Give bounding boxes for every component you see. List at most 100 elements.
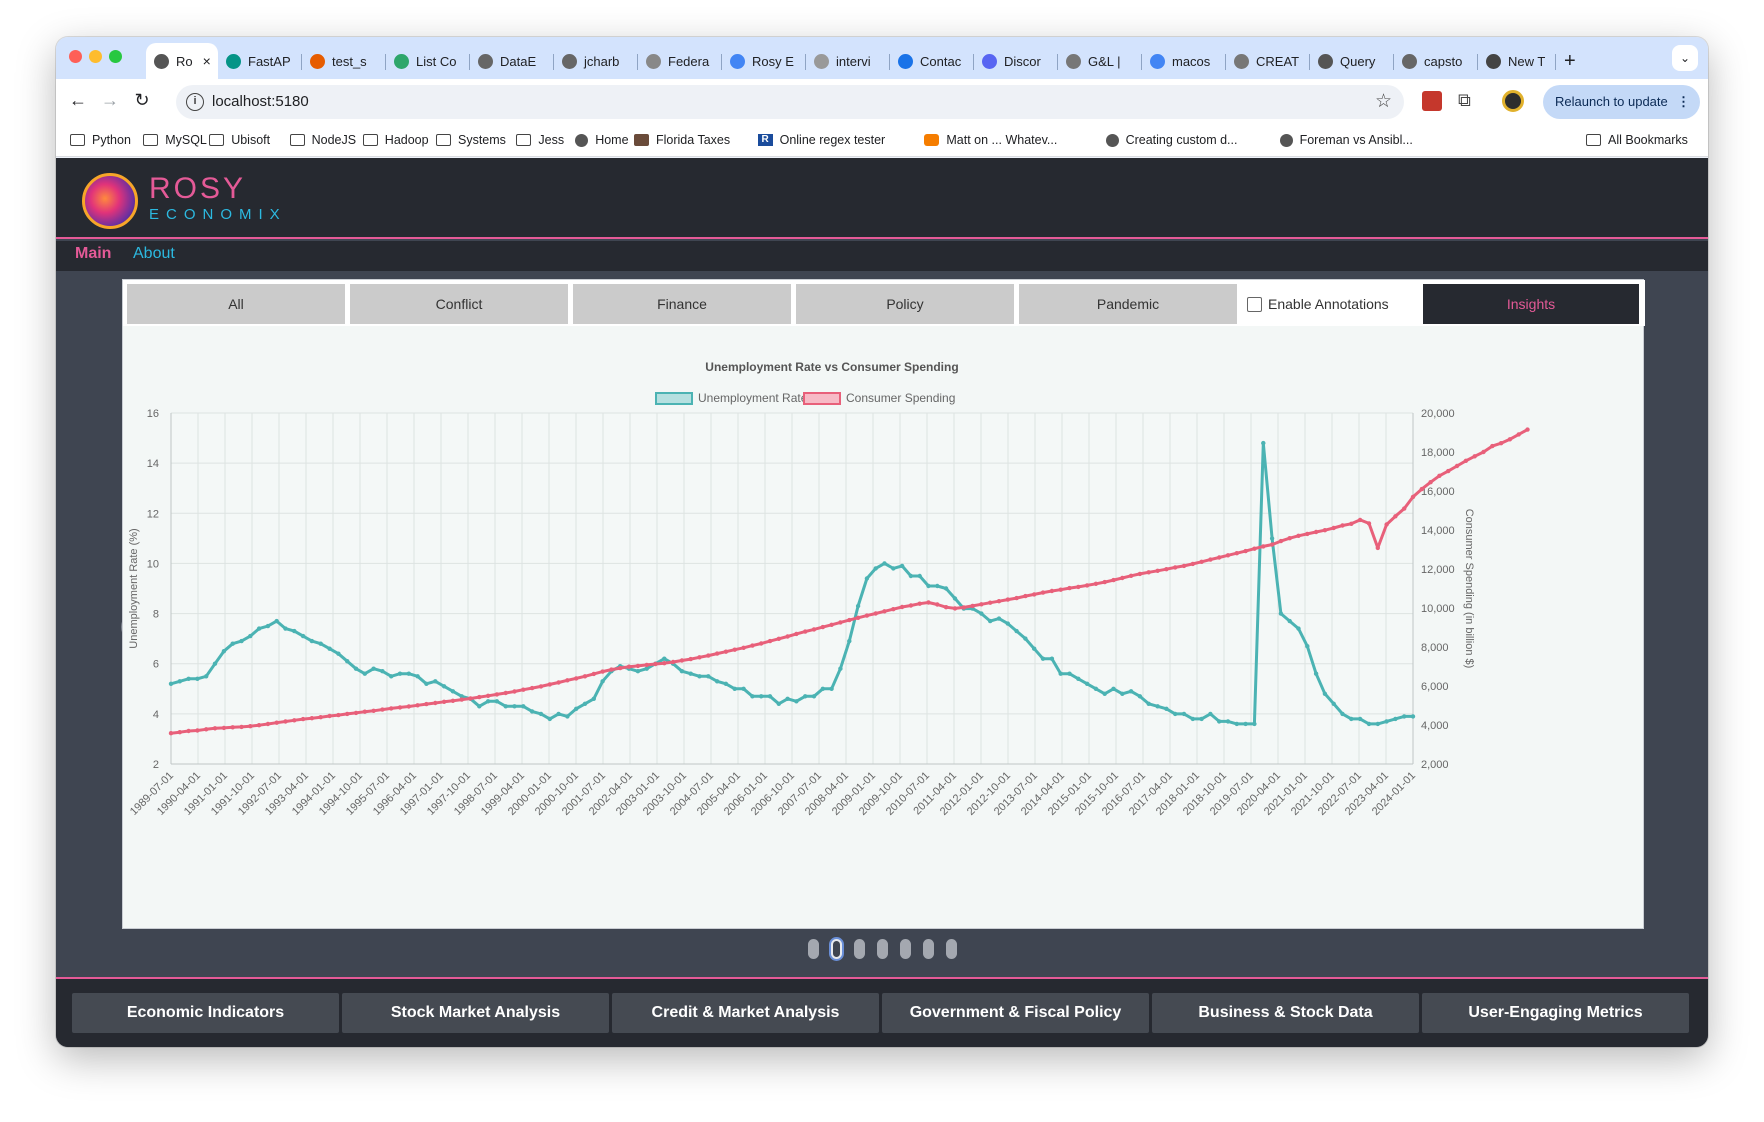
unemployment-point xyxy=(873,566,878,571)
bookmark-label: Hadoop xyxy=(384,133,429,147)
browser-tab[interactable]: Ro × xyxy=(146,43,218,79)
forward-icon[interactable]: → xyxy=(98,90,122,111)
browser-tab[interactable]: test_s xyxy=(302,46,386,76)
spending-point xyxy=(1516,432,1521,437)
back-icon[interactable]: ← xyxy=(66,90,90,111)
browser-tab[interactable]: intervi xyxy=(806,46,890,76)
close-tab-icon[interactable]: × xyxy=(203,53,211,69)
extensions-puzzle-icon[interactable]: ⧉ xyxy=(1458,90,1471,111)
folder-icon xyxy=(289,134,305,146)
spending-point xyxy=(494,692,500,697)
browser-tab[interactable]: macos xyxy=(1142,46,1226,76)
relaunch-button[interactable]: Relaunch to update ⋮ xyxy=(1543,85,1700,119)
bookmark-star-icon[interactable]: ☆ xyxy=(1375,90,1392,113)
category-button[interactable]: Stock Market Analysis xyxy=(342,993,609,1033)
bookmark-item[interactable]: Creating custom d... xyxy=(1105,133,1237,147)
category-button[interactable]: Economic Indicators xyxy=(72,993,339,1033)
bookmark-item[interactable]: Python xyxy=(70,133,131,147)
extension-icon[interactable] xyxy=(1422,91,1442,111)
maximize-window-button[interactable] xyxy=(109,50,122,63)
slide-indicator[interactable] xyxy=(922,939,934,959)
bookmark-item[interactable]: NodeJS xyxy=(289,133,356,147)
spending-point xyxy=(574,676,579,681)
bookmark-item[interactable]: Jess xyxy=(516,133,564,147)
browser-tab[interactable]: List Co xyxy=(386,46,470,76)
browser-tab[interactable]: Query xyxy=(1310,46,1394,76)
unemployment-point xyxy=(389,674,394,679)
browser-tab[interactable]: CREAT xyxy=(1226,46,1310,76)
spending-point xyxy=(1525,427,1530,432)
all-bookmarks[interactable]: All Bookmarks xyxy=(1586,133,1688,147)
bookmark-item[interactable]: Foreman vs Ansibl... xyxy=(1279,133,1413,147)
more-menu-icon[interactable]: ⋮ xyxy=(1677,85,1690,119)
insights-button[interactable]: Insights xyxy=(1423,284,1639,324)
browser-tab[interactable]: Contac xyxy=(890,46,974,76)
browser-tab[interactable]: Federa xyxy=(638,46,722,76)
bookmark-item[interactable]: Ubisoft xyxy=(209,133,270,147)
spending-point xyxy=(186,728,191,734)
new-tab-button[interactable]: + xyxy=(1564,50,1576,73)
category-button[interactable]: Credit & Market Analysis xyxy=(612,993,879,1033)
all-bookmarks-label: All Bookmarks xyxy=(1608,133,1688,147)
filter-policy-button[interactable]: Policy xyxy=(796,284,1014,324)
slide-indicator[interactable] xyxy=(830,939,842,959)
annotations-checkbox[interactable] xyxy=(1247,296,1262,312)
slide-indicator[interactable] xyxy=(807,939,819,959)
enable-annotations-toggle[interactable]: Enable Annotations xyxy=(1247,284,1389,324)
unemployment-point xyxy=(450,689,456,694)
spending-point xyxy=(1243,548,1248,554)
unemployment-point xyxy=(1296,626,1301,631)
bookmark-item[interactable]: Florida Taxes xyxy=(634,133,730,147)
browser-tab[interactable]: Discor xyxy=(974,46,1058,76)
unemployment-point xyxy=(1340,711,1345,717)
url-text[interactable]: localhost:5180 xyxy=(212,93,309,110)
spending-point xyxy=(1032,592,1037,597)
category-button[interactable]: User-Engaging Metrics xyxy=(1422,993,1689,1033)
unemployment-point xyxy=(1384,719,1389,724)
unemployment-point xyxy=(855,603,861,609)
chart-title: Unemployment Rate vs Consumer Spending xyxy=(705,360,958,374)
close-window-button[interactable] xyxy=(69,50,82,63)
unemployment-point xyxy=(1093,686,1099,691)
minimize-window-button[interactable] xyxy=(89,50,102,63)
spending-point xyxy=(829,622,834,627)
browser-tab[interactable]: G&L | xyxy=(1058,46,1142,76)
unemployment-point xyxy=(1252,721,1257,727)
reload-icon[interactable]: ↻ xyxy=(130,90,154,111)
y2-tick-label: 14,000 xyxy=(1421,525,1455,537)
bookmark-item[interactable]: Hadoop xyxy=(362,133,429,147)
slide-indicator[interactable] xyxy=(945,939,957,959)
browser-tab[interactable]: capsto xyxy=(1394,46,1478,76)
bookmark-item[interactable]: Matt on ... Whatev... xyxy=(924,133,1057,147)
tab-title: macos xyxy=(1172,53,1211,69)
browser-tab[interactable]: jcharb xyxy=(554,46,638,76)
browser-tab[interactable]: FastAP xyxy=(218,46,302,76)
slide-indicator[interactable] xyxy=(876,939,888,959)
filter-pandemic-button[interactable]: Pandemic xyxy=(1019,284,1237,324)
browser-tab[interactable]: DataE xyxy=(470,46,554,76)
slide-indicator[interactable] xyxy=(899,939,911,959)
browser-tab[interactable]: Rosy E xyxy=(722,46,806,76)
filter-bar: All Conflict Finance Policy Pandemic Ena… xyxy=(123,280,1645,326)
category-button[interactable]: Government & Fiscal Policy xyxy=(882,993,1149,1033)
filter-all-button[interactable]: All xyxy=(127,284,345,324)
unemployment-point xyxy=(1234,721,1240,727)
filter-conflict-button[interactable]: Conflict xyxy=(350,284,568,324)
filter-finance-button[interactable]: Finance xyxy=(573,284,791,324)
browser-tab[interactable]: New T xyxy=(1478,46,1556,76)
unemployment-point xyxy=(732,686,737,691)
nav-about-link[interactable]: About xyxy=(133,245,175,263)
y2-tick-label: 2,000 xyxy=(1421,759,1449,771)
bookmark-item[interactable]: Home xyxy=(575,133,629,147)
bookmark-item[interactable]: MySQL xyxy=(143,133,207,147)
category-button[interactable]: Business & Stock Data xyxy=(1152,993,1419,1033)
tab-search-icon[interactable]: ⌄ xyxy=(1672,45,1698,71)
address-bar[interactable]: i localhost:5180 ☆ xyxy=(176,85,1404,119)
nav-main-link[interactable]: Main xyxy=(75,245,111,263)
bookmark-item[interactable]: R Online regex tester xyxy=(757,133,885,147)
site-info-icon[interactable]: i xyxy=(186,93,204,111)
slide-indicator[interactable] xyxy=(853,939,865,959)
annotations-label: Enable Annotations xyxy=(1268,296,1389,312)
bookmark-item[interactable]: Systems xyxy=(436,133,506,147)
profile-avatar[interactable] xyxy=(1502,90,1524,112)
